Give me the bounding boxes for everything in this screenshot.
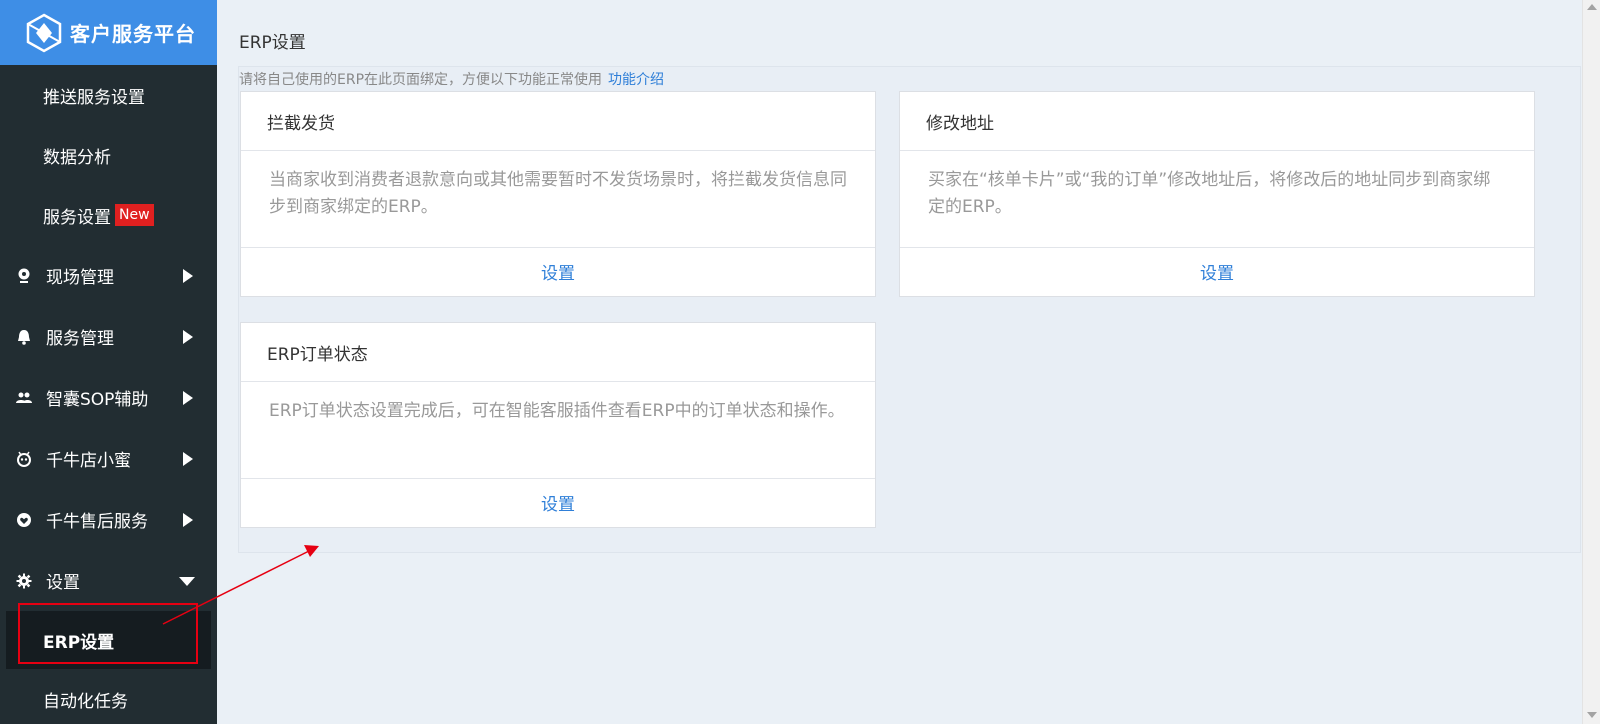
hint-label: 请将自己使用的ERP在此页面绑定，方便以下功能正常使用 (239, 72, 603, 88)
sidebar-item-service-management[interactable]: 服务管理 (0, 306, 217, 367)
app-title: 客户服务平台 (70, 22, 196, 46)
sidebar-item-label: 服务管理 (46, 329, 114, 349)
feature-intro-link[interactable]: 功能介绍 (608, 72, 664, 88)
sidebar-item-label: 现场管理 (46, 268, 114, 288)
sidebar-item-site-management[interactable]: 现场管理 (0, 245, 217, 306)
sidebar-item-label: 数据分析 (43, 147, 111, 168)
sidebar-item-label: 智囊SOP辅助 (46, 390, 149, 410)
sidebar: 客户服务平台 推送服务设置 数据分析 服务设置 New 现场管理 服务管理 智囊… (0, 0, 217, 724)
caret-right-icon (183, 329, 193, 344)
sidebar-item-label: 千牛售后服务 (46, 512, 148, 532)
scroll-down-icon[interactable] (1587, 712, 1597, 718)
sidebar-item-qianniu-aftersales[interactable]: 千牛售后服务 (0, 489, 217, 550)
main-content: ERP设置 请将自己使用的ERP在此页面绑定，方便以下功能正常使用 功能介绍 拦截… (217, 0, 1582, 724)
heart-icon (16, 512, 32, 528)
card-title: ERP订单状态 (241, 323, 875, 382)
sidebar-item-label: ERP设置 (43, 632, 115, 653)
card-title: 修改地址 (900, 92, 1534, 151)
sidebar-item-label: 自动化任务 (43, 691, 128, 712)
card-description: ERP订单状态设置完成后，可在智能客服插件查看ERP中的订单状态和操作。 (241, 382, 875, 479)
location-icon (16, 268, 32, 284)
sidebar-item-settings[interactable]: 设置 (0, 550, 217, 611)
caret-right-icon (183, 390, 193, 405)
logo-icon (26, 13, 62, 52)
card-erp-order-status: ERP订单状态 ERP订单状态设置完成后，可在智能客服插件查看ERP中的订单状态… (240, 322, 876, 528)
hint-text: 请将自己使用的ERP在此页面绑定，方便以下功能正常使用 功能介绍 (239, 69, 664, 89)
card-title: 拦截发货 (241, 92, 875, 151)
card-modify-address: 修改地址 买家在“核单卡片”或“我的订单”修改地址后，将修改后的地址同步到商家绑… (899, 91, 1535, 297)
users-icon (16, 390, 32, 406)
page-title: ERP设置 (239, 33, 306, 53)
sidebar-item-label: 设置 (46, 573, 80, 593)
robot-icon (16, 451, 32, 467)
sidebar-item-label: 推送服务设置 (43, 87, 145, 108)
gear-icon (16, 573, 32, 589)
caret-right-icon (183, 451, 193, 466)
vertical-scrollbar[interactable] (1582, 0, 1600, 724)
bell-icon (16, 329, 32, 345)
sidebar-item-label: 千牛店小蜜 (46, 451, 131, 471)
sidebar-item-erp-settings[interactable]: ERP设置 (6, 611, 211, 669)
sidebar-item-push-settings[interactable]: 推送服务设置 (0, 65, 217, 125)
sidebar-item-qianniu-assistant[interactable]: 千牛店小蜜 (0, 428, 217, 489)
new-badge: New (115, 204, 154, 226)
card-setup-button[interactable]: 设置 (900, 248, 1534, 295)
sidebar-item-service-settings[interactable]: 服务设置 New (0, 185, 217, 245)
card-setup-button[interactable]: 设置 (241, 248, 875, 295)
caret-down-icon (179, 576, 195, 586)
caret-right-icon (183, 512, 193, 527)
card-setup-button[interactable]: 设置 (241, 479, 875, 526)
caret-right-icon (183, 268, 193, 283)
card-description: 买家在“核单卡片”或“我的订单”修改地址后，将修改后的地址同步到商家绑定的ERP… (900, 151, 1534, 248)
scroll-up-icon[interactable] (1587, 4, 1597, 10)
sidebar-item-label: 服务设置 (43, 207, 111, 228)
sidebar-item-sop-assistant[interactable]: 智囊SOP辅助 (0, 367, 217, 428)
card-description: 当商家收到消费者退款意向或其他需要暂时不发货场景时，将拦截发货信息同步到商家绑定… (241, 151, 875, 248)
sidebar-nav: 推送服务设置 数据分析 服务设置 New 现场管理 服务管理 智囊SOP辅助 千… (0, 65, 217, 724)
card-intercept-shipping: 拦截发货 当商家收到消费者退款意向或其他需要暂时不发货场景时，将拦截发货信息同步… (240, 91, 876, 297)
logo-bar[interactable]: 客户服务平台 (0, 0, 217, 65)
sidebar-item-automation-tasks[interactable]: 自动化任务 (0, 669, 217, 724)
sidebar-item-data-analysis[interactable]: 数据分析 (0, 125, 217, 185)
